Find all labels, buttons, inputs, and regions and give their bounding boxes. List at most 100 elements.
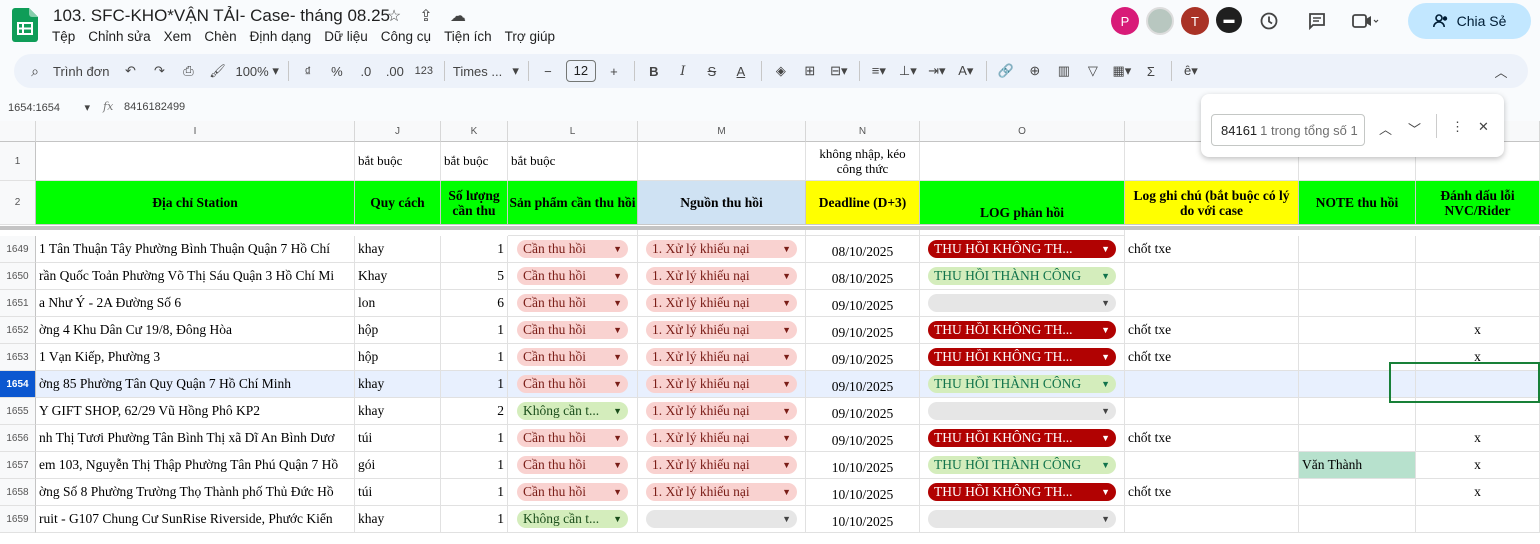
cell-i[interactable]: a Như Ý - 2A Đường Số 6 bbox=[36, 290, 355, 317]
merge-cells-icon[interactable]: ⊟▾ bbox=[828, 58, 850, 84]
cell-q[interactable] bbox=[1299, 425, 1416, 452]
cell-k[interactable]: 1 bbox=[441, 506, 508, 533]
source-dropdown[interactable]: 1. Xử lý khiếu nại ▼ bbox=[646, 294, 797, 312]
cell-l[interactable]: Cần thu hồi ▼ bbox=[508, 236, 638, 263]
menu-edit[interactable]: Chỉnh sửa bbox=[88, 27, 150, 46]
product-dropdown[interactable]: Cần thu hồi ▼ bbox=[517, 240, 628, 258]
document-title[interactable]: 103. SFC-KHO*VẬN TẢI- Case- tháng 08.25 bbox=[53, 6, 390, 26]
column-header[interactable]: J bbox=[355, 121, 441, 142]
header-note-cell[interactable] bbox=[638, 142, 806, 181]
close-icon[interactable]: ✕ bbox=[1478, 119, 1489, 135]
cell-i[interactable]: Y GIFT SHOP, 62/29 Vũ Hồng Phô KP2 bbox=[36, 398, 355, 425]
cell-l[interactable]: Cần thu hồi ▼ bbox=[508, 290, 638, 317]
cell-i[interactable]: em 103, Nguyễn Thị Thập Phường Tân Phú Q… bbox=[36, 452, 355, 479]
avatar[interactable]: P bbox=[1111, 7, 1139, 35]
cell-r[interactable] bbox=[1416, 290, 1540, 317]
horizontal-align-icon[interactable]: ≡▾ bbox=[868, 58, 890, 84]
cell-o[interactable]: ▼ bbox=[920, 398, 1125, 425]
cell-p[interactable] bbox=[1125, 398, 1299, 425]
cell-i[interactable]: ờng 4 Khu Dân Cư 19/8, Đông Hòa bbox=[36, 317, 355, 344]
insert-link-icon[interactable]: 🔗 bbox=[995, 58, 1017, 84]
cell-i[interactable]: ờng Số 8 Phường Trường Thọ Thành phố Thủ… bbox=[36, 479, 355, 506]
column-title-o[interactable]: LOG phản hồi bbox=[920, 181, 1125, 225]
source-dropdown[interactable]: 1. Xử lý khiếu nại ▼ bbox=[646, 375, 797, 393]
product-dropdown[interactable]: Không cần t... ▼ bbox=[517, 510, 628, 528]
cell-n[interactable]: 09/10/2025 bbox=[806, 371, 920, 398]
cell-l[interactable]: Cần thu hồi ▼ bbox=[508, 344, 638, 371]
cell-k[interactable]: 1 bbox=[441, 425, 508, 452]
comment-icon[interactable] bbox=[1303, 8, 1331, 34]
cell-o[interactable]: THU HỒI KHÔNG TH... ▼ bbox=[920, 479, 1125, 506]
source-dropdown[interactable]: 1. Xử lý khiếu nại ▼ bbox=[646, 456, 797, 474]
cell-m[interactable]: ▼ bbox=[638, 506, 806, 533]
cell-n[interactable]: 09/10/2025 bbox=[806, 290, 920, 317]
cell-r[interactable] bbox=[1416, 236, 1540, 263]
product-dropdown[interactable]: Cần thu hồi ▼ bbox=[517, 294, 628, 312]
cell-o[interactable]: THU HỒI THÀNH CÔNG ▼ bbox=[920, 452, 1125, 479]
cell-m[interactable]: 1. Xử lý khiếu nại ▼ bbox=[638, 371, 806, 398]
log-dropdown[interactable]: THU HỒI KHÔNG TH... ▼ bbox=[928, 429, 1116, 447]
cell-p[interactable] bbox=[1125, 263, 1299, 290]
input-tools-icon[interactable]: ȇ▾ bbox=[1180, 58, 1202, 84]
text-wrap-icon[interactable]: ⇥▾ bbox=[926, 58, 948, 84]
product-dropdown[interactable]: Cần thu hồi ▼ bbox=[517, 483, 628, 501]
cell-j[interactable]: hộp bbox=[355, 344, 441, 371]
menu-tools[interactable]: Công cụ bbox=[381, 27, 431, 46]
log-dropdown[interactable]: THU HỒI KHÔNG TH... ▼ bbox=[928, 321, 1116, 339]
row-header[interactable]: 1657 bbox=[0, 452, 36, 479]
cell-l[interactable]: Cần thu hồi ▼ bbox=[508, 263, 638, 290]
column-title-j[interactable]: Quy cách bbox=[355, 181, 441, 225]
cell-r[interactable] bbox=[1416, 263, 1540, 290]
star-icon[interactable]: ☆ bbox=[383, 6, 405, 26]
menu-file[interactable]: Tệp bbox=[52, 27, 75, 46]
source-dropdown[interactable]: 1. Xử lý khiếu nại ▼ bbox=[646, 267, 797, 285]
insert-comment-icon[interactable]: ⊕ bbox=[1024, 58, 1046, 84]
header-note-cell[interactable] bbox=[920, 142, 1125, 181]
sheets-logo-icon[interactable] bbox=[12, 8, 38, 42]
functions-icon[interactable]: Σ bbox=[1140, 58, 1162, 84]
cell-k[interactable]: 6 bbox=[441, 290, 508, 317]
cell-o[interactable]: ▼ bbox=[920, 290, 1125, 317]
cell-o[interactable]: THU HỒI THÀNH CÔNG ▼ bbox=[920, 371, 1125, 398]
paint-format-icon[interactable]: 🖌 bbox=[206, 58, 228, 84]
cell-p[interactable]: chốt txe bbox=[1125, 344, 1299, 371]
cell-n[interactable]: 10/10/2025 bbox=[806, 452, 920, 479]
column-header[interactable]: O bbox=[920, 121, 1125, 142]
row-header[interactable]: 1653 bbox=[0, 344, 36, 371]
column-header[interactable]: K bbox=[441, 121, 508, 142]
increase-font-size-icon[interactable]: + bbox=[603, 58, 625, 84]
cell-k[interactable]: 5 bbox=[441, 263, 508, 290]
menu-data[interactable]: Dữ liệu bbox=[324, 27, 368, 46]
cell-m[interactable]: 1. Xử lý khiếu nại ▼ bbox=[638, 398, 806, 425]
column-title-n[interactable]: Deadline (D+3) bbox=[806, 181, 920, 225]
column-title-q[interactable]: NOTE thu hồi bbox=[1299, 181, 1416, 225]
text-rotation-icon[interactable]: A▾ bbox=[955, 58, 977, 84]
cell-k[interactable]: 1 bbox=[441, 479, 508, 506]
header-note-cell[interactable]: không nhập, kéo công thức bbox=[806, 142, 920, 181]
font-size-input[interactable]: 12 bbox=[565, 58, 596, 84]
column-title-k[interactable]: Số lượng cần thu bbox=[441, 181, 508, 225]
row-header[interactable]: 2 bbox=[0, 181, 36, 225]
column-title-r[interactable]: Đánh dấu lỗi NVC/Rider bbox=[1416, 181, 1540, 225]
column-title-i[interactable]: Địa chỉ Station bbox=[36, 181, 355, 225]
cell-l[interactable]: Cần thu hồi ▼ bbox=[508, 317, 638, 344]
row-header[interactable]: 1652 bbox=[0, 317, 36, 344]
row-header[interactable]: 1654 bbox=[0, 371, 36, 398]
cell-q[interactable] bbox=[1299, 479, 1416, 506]
font-family-select[interactable]: Times ... ▾ bbox=[453, 58, 519, 84]
cell-j[interactable]: hộp bbox=[355, 317, 441, 344]
header-note-cell[interactable] bbox=[36, 142, 355, 181]
decrease-font-size-icon[interactable]: − bbox=[537, 58, 559, 84]
cell-q[interactable] bbox=[1299, 506, 1416, 533]
cell-m[interactable]: 1. Xử lý khiếu nại ▼ bbox=[638, 479, 806, 506]
column-title-m[interactable]: Nguồn thu hồi bbox=[638, 181, 806, 225]
find-previous-icon[interactable]: ︿ bbox=[1379, 119, 1392, 138]
cell-p[interactable]: chốt txe bbox=[1125, 479, 1299, 506]
cell-l[interactable]: Cần thu hồi ▼ bbox=[508, 452, 638, 479]
cell-r[interactable]: x bbox=[1416, 452, 1540, 479]
menu-view[interactable]: Xem bbox=[164, 27, 192, 46]
log-dropdown[interactable]: THU HỒI THÀNH CÔNG ▼ bbox=[928, 456, 1116, 474]
cell-j[interactable]: khay bbox=[355, 506, 441, 533]
cell-k[interactable]: 1 bbox=[441, 371, 508, 398]
cell-i[interactable]: ờng 85 Phường Tân Quy Quận 7 Hồ Chí Minh bbox=[36, 371, 355, 398]
